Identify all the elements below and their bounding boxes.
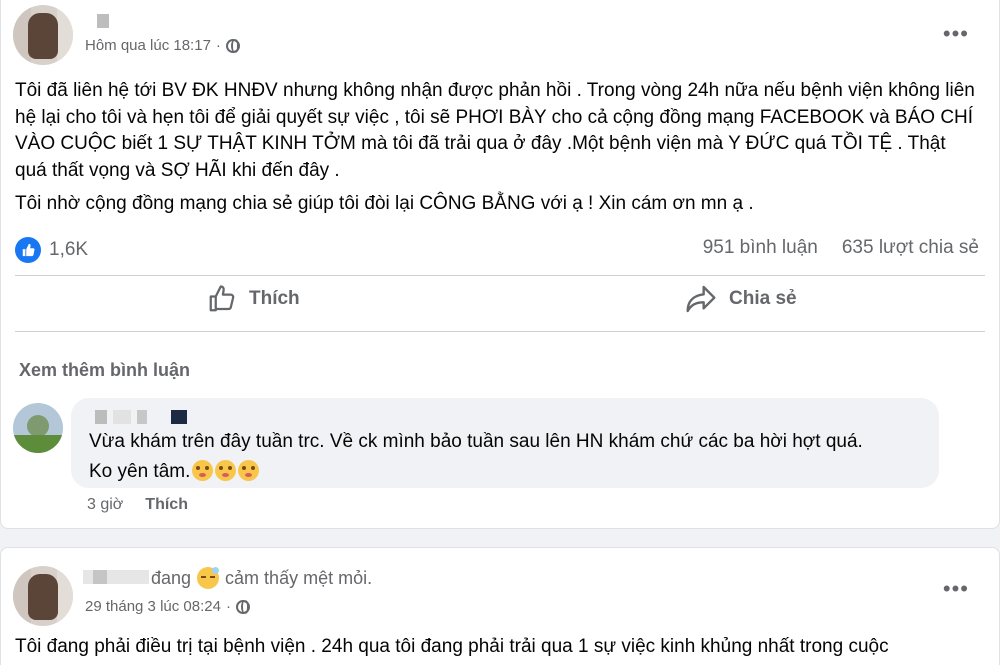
- feeling-status: đang cảm thấy mệt mỏi.: [151, 567, 372, 589]
- tired-emoji-icon: [197, 567, 220, 589]
- comment-bubble: Vừa khám trên đây tuần trc. Về ck mình b…: [71, 398, 939, 488]
- comment-time[interactable]: 3 giờ: [87, 496, 123, 514]
- globe-icon[interactable]: [225, 38, 240, 53]
- status-text[interactable]: cảm thấy mệt mỏi.: [225, 568, 372, 589]
- post-meta: 29 tháng 3 lúc 08:24 ·: [85, 598, 250, 615]
- post-meta: Hôm qua lúc 18:17 ·: [85, 37, 240, 54]
- post-body: Tôi đang phải điều trị tại bệnh viện . 2…: [15, 634, 979, 661]
- more-options-icon[interactable]: •••: [943, 23, 969, 45]
- like-button[interactable]: Thích: [207, 284, 300, 314]
- status-prefix: đang: [151, 567, 192, 588]
- post-card: Hôm qua lúc 18:17 · ••• Tôi đã liên hệ t…: [0, 0, 1000, 529]
- comment-actions: 3 giờ Thích: [87, 496, 188, 514]
- more-options-icon[interactable]: •••: [943, 578, 969, 600]
- comment-line-2: Ko yên tâm.: [89, 457, 863, 487]
- divider: [15, 275, 985, 276]
- post-paragraph: Tôi đang phải điều trị tại bệnh viện . 2…: [15, 636, 889, 657]
- see-more-comments-link[interactable]: Xem thêm bình luận: [19, 360, 190, 381]
- post-timestamp[interactable]: 29 tháng 3 lúc 08:24: [85, 598, 221, 615]
- commenter-name-blurred[interactable]: [95, 410, 187, 424]
- share-count[interactable]: 635 lượt chia sẻ: [842, 237, 979, 259]
- post-card: đang cảm thấy mệt mỏi. 29 tháng 3 lúc 08…: [0, 547, 1000, 665]
- globe-icon[interactable]: [235, 599, 250, 614]
- thumbs-up-icon: [209, 285, 235, 312]
- like-reaction-icon: [15, 237, 41, 263]
- author-name-blurred[interactable]: [97, 14, 109, 28]
- flushed-emoji-icon: [215, 460, 237, 481]
- comment-line: Vừa khám trên đây tuần trc. Về ck mình b…: [89, 431, 863, 452]
- author-name-blurred: [93, 570, 107, 584]
- author-avatar[interactable]: [13, 5, 73, 65]
- divider: [15, 331, 985, 332]
- flushed-emoji-icon: [238, 460, 260, 481]
- post-body: Tôi đã liên hệ tới BV ĐK HNĐV nhưng khôn…: [15, 78, 979, 218]
- post-paragraph: Tôi nhờ cộng đồng mạng chia sẻ giúp tôi …: [15, 193, 754, 214]
- reaction-summary[interactable]: 1,6K: [15, 237, 88, 263]
- comment-count[interactable]: 951 bình luận: [703, 237, 818, 259]
- comment-like-button[interactable]: Thích: [145, 496, 188, 514]
- reaction-count: 1,6K: [49, 239, 89, 260]
- flushed-emoji-icon: [192, 460, 214, 481]
- share-button-label: Chia sẻ: [729, 288, 797, 309]
- author-avatar[interactable]: [13, 566, 73, 626]
- comment-text: Vừa khám trên đây tuần trc. Về ck mình b…: [89, 427, 863, 487]
- share-button[interactable]: Chia sẻ: [685, 284, 797, 314]
- post-timestamp[interactable]: Hôm qua lúc 18:17: [85, 37, 211, 54]
- commenter-avatar[interactable]: [13, 403, 63, 453]
- post-stats: 951 bình luận 635 lượt chia sẻ: [703, 237, 979, 259]
- post-paragraph: Tôi đã liên hệ tới BV ĐK HNĐV nhưng khôn…: [15, 80, 975, 181]
- like-button-label: Thích: [249, 288, 300, 309]
- comment-line: Ko yên tâm.: [89, 461, 191, 482]
- share-arrow-icon: [686, 285, 716, 313]
